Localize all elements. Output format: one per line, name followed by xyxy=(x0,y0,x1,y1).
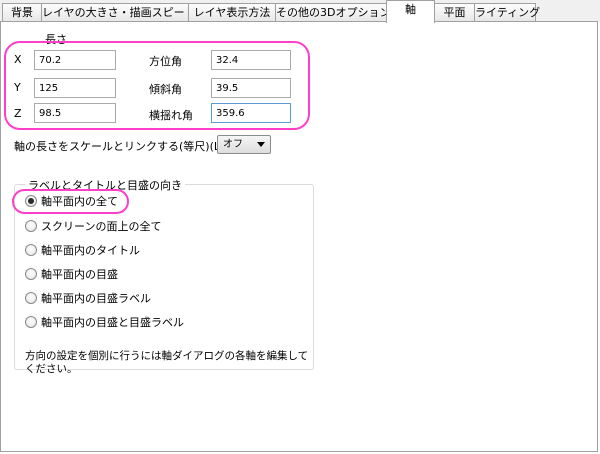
link-scale-dropdown[interactable]: オフ xyxy=(217,135,271,154)
radio-title-in-axis-plane[interactable]: 軸平面内のタイトル xyxy=(25,242,140,258)
radio-label: 軸平面内の目盛 xyxy=(41,268,118,281)
radio-all-on-screen[interactable]: スクリーンの面上の全て xyxy=(25,218,161,234)
z-length-field[interactable] xyxy=(34,103,116,123)
x-length-field[interactable] xyxy=(34,50,116,70)
radio-button-icon[interactable] xyxy=(25,220,37,232)
tab-background[interactable]: 背景 xyxy=(2,3,42,22)
chevron-down-icon xyxy=(257,142,265,147)
radio-tick-labels-in-axis-plane[interactable]: 軸平面内の目盛ラベル xyxy=(25,290,151,306)
tab-layer-size-speed[interactable]: レイヤの大きさ・描画スピード xyxy=(41,3,196,22)
tilt-field[interactable] xyxy=(211,78,291,98)
link-scale-label: 軸の長さをスケールとリンクする(等尺)(L) xyxy=(14,140,225,153)
orientation-group-title: ラベルとタイトルと目盛の向き xyxy=(25,177,185,193)
roll-field[interactable] xyxy=(211,103,291,123)
azimuth-label: 方位角 xyxy=(149,55,182,68)
radio-label: スクリーンの面上の全て xyxy=(41,220,162,233)
radio-ticks-in-axis-plane[interactable]: 軸平面内の目盛 xyxy=(25,266,118,282)
roll-label: 横揺れ角 xyxy=(149,109,193,122)
tab-plane[interactable]: 平面 xyxy=(434,3,475,22)
radio-label: 軸平面内の目盛ラベル xyxy=(41,292,151,305)
azimuth-field[interactable] xyxy=(211,50,291,70)
radio-all-in-axis-plane[interactable]: 軸平面内の全て xyxy=(25,193,118,209)
link-scale-value: オフ xyxy=(223,139,243,150)
y-length-field[interactable] xyxy=(34,78,116,98)
length-title: 長さ xyxy=(45,33,67,46)
radio-label: 軸平面内の全て xyxy=(41,195,118,208)
radio-label: 軸平面内のタイトル xyxy=(41,244,140,257)
z-label: Z xyxy=(14,107,22,120)
orientation-note: 方向の設定を個別に行うには軸ダイアログの各軸を編集してください。 xyxy=(25,350,309,375)
radio-button-icon[interactable] xyxy=(25,268,37,280)
tab-bar: 背景 レイヤの大きさ・描画スピード レイヤ表示方法 その他の3Dオプション 軸 … xyxy=(0,0,600,23)
x-label: X xyxy=(14,53,22,66)
tab-lighting[interactable]: ライティング xyxy=(474,3,540,22)
tab-other-3d-options[interactable]: その他の3Dオプション xyxy=(275,3,390,22)
radio-button-icon[interactable] xyxy=(25,316,37,328)
tilt-label: 傾斜角 xyxy=(149,83,182,96)
radio-button-icon[interactable] xyxy=(25,244,37,256)
radio-ticks-and-labels-in-axis-plane[interactable]: 軸平面内の目盛と目盛ラベル xyxy=(25,314,184,330)
radio-label: 軸平面内の目盛と目盛ラベル xyxy=(41,316,184,329)
y-label: Y xyxy=(14,81,21,94)
tab-axis[interactable]: 軸 xyxy=(386,0,435,23)
radio-button-icon[interactable] xyxy=(25,195,37,207)
tab-layer-display[interactable]: レイヤ表示方法 xyxy=(188,3,276,22)
radio-button-icon[interactable] xyxy=(25,292,37,304)
